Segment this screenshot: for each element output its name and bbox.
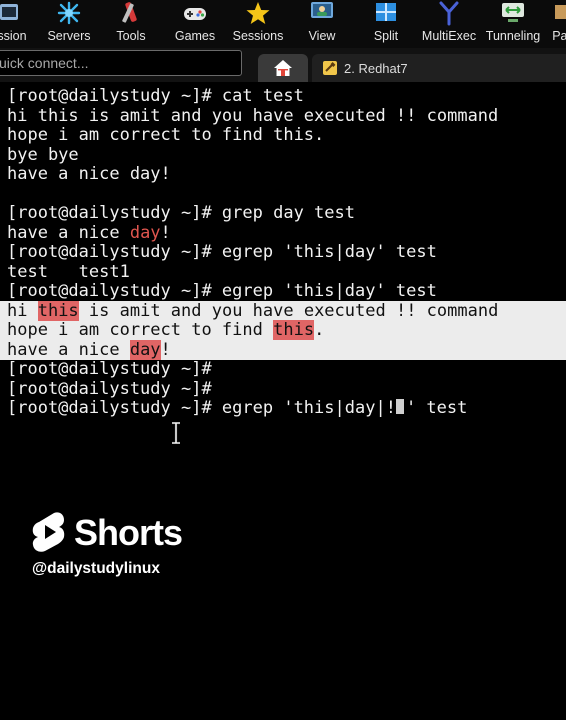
terminal-line: test test1: [7, 261, 130, 282]
match-highlight: day: [129, 339, 161, 360]
toolbar-packages-button[interactable]: Pac: [548, 0, 566, 48]
ibeam-cursor-icon: [172, 422, 180, 444]
terminal-line: hope i am correct to find this.: [7, 125, 325, 145]
terminal-prompt-line: [root@dailystudy ~]# egrep 'this|day|! ' …: [7, 398, 468, 418]
toolbar-games-button[interactable]: Games: [174, 0, 216, 48]
gamepad-icon: [184, 8, 206, 20]
terminal-line: [root@dailystudy ~]# egrep 'this|day' te…: [7, 281, 437, 301]
split-icon: [376, 3, 396, 21]
terminal-line: [root@dailystudy ~]#: [7, 359, 212, 379]
main-toolbar: ssion Servers Tools Games Sessions View …: [0, 0, 566, 48]
toolbar-view-button[interactable]: View: [304, 0, 340, 48]
terminal-line: [root@dailystudy ~]#: [7, 378, 212, 399]
toolbar-multiexec-button[interactable]: MultiExec: [422, 0, 476, 48]
terminal-line: [root@dailystudy ~]# grep day test: [7, 203, 355, 223]
toolbar-tools-button[interactable]: Tools: [112, 0, 150, 48]
toolbar-tunneling-button[interactable]: Tunneling: [484, 0, 542, 48]
terminal-tab-icon: [323, 61, 337, 75]
match-highlight: day: [129, 222, 161, 243]
home-icon: [274, 60, 292, 76]
tab-bar: 2. Redhat7: [0, 48, 566, 82]
shorts-watermark: Shorts: [32, 510, 183, 556]
terminal-line-selected: hi this is amit and you have executed !!…: [7, 300, 499, 321]
terminal-output[interactable]: [root@dailystudy ~]# cat test hi this is…: [0, 82, 566, 720]
toolbar-servers-button[interactable]: Servers: [46, 0, 92, 48]
match-highlight: this: [37, 300, 79, 321]
channel-handle: @dailystudylinux: [32, 560, 160, 577]
terminal-line: bye bye: [7, 144, 79, 165]
shorts-logo-icon: [32, 512, 65, 552]
shorts-brand-text: Shorts: [74, 512, 183, 553]
view-icon: [311, 2, 333, 18]
toolbar-session-button[interactable]: ssion: [0, 0, 32, 48]
terminal-line: have a nice day!: [7, 164, 171, 184]
home-tab[interactable]: [258, 54, 308, 82]
quick-connect-input[interactable]: [0, 51, 243, 75]
terminal-line: have a nice day!: [7, 222, 171, 243]
tunneling-icon: [502, 3, 524, 22]
packages-icon: [555, 5, 566, 19]
session-icon: [0, 4, 18, 20]
tab-redhat7[interactable]: 2. Redhat7: [312, 54, 566, 82]
match-highlight: this: [273, 320, 315, 340]
text-cursor: [395, 399, 404, 414]
servers-icon: [57, 1, 81, 25]
toolbar-split-button[interactable]: Split: [366, 0, 406, 48]
terminal-line: hi this is amit and you have executed !!…: [7, 105, 499, 126]
terminal-line: [root@dailystudy ~]# cat test: [7, 86, 304, 106]
tools-icon: [122, 2, 137, 23]
quick-connect-box[interactable]: [0, 50, 243, 76]
terminal-line: [root@dailystudy ~]# egrep 'this|day' te…: [7, 242, 437, 262]
toolbar-sessions-button[interactable]: Sessions: [232, 0, 284, 48]
terminal-line-selected: have a nice day!: [7, 339, 171, 360]
terminal-line-selected: hope i am correct to find this.: [7, 320, 325, 340]
star-icon: [246, 2, 270, 24]
multiexec-icon: [439, 1, 459, 26]
